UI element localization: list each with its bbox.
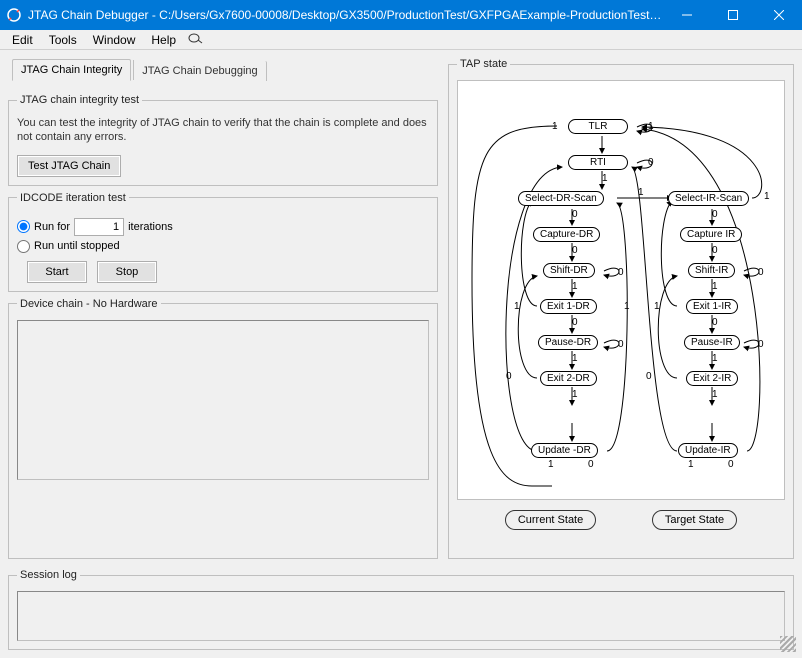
node-capture-dr: Capture-DR — [533, 227, 600, 242]
node-exit2-ir: Exit 2-IR — [686, 371, 738, 386]
node-update-dr: Update -DR — [531, 443, 598, 458]
edge-label: 1 — [654, 301, 660, 312]
node-update-ir: Update-IR — [678, 443, 738, 458]
iterations-input[interactable] — [74, 218, 124, 236]
edge-label: 1 — [572, 389, 578, 400]
menu-edit[interactable]: Edit — [4, 31, 41, 49]
menubar: Edit Tools Window Help — [0, 30, 802, 50]
tab-strip: JTAG Chain Integrity JTAG Chain Debuggin… — [8, 58, 438, 80]
content-area: JTAG Chain Integrity JTAG Chain Debuggin… — [0, 50, 802, 658]
node-select-dr: Select-DR-Scan — [518, 191, 604, 206]
node-exit2-dr: Exit 2-DR — [540, 371, 597, 386]
run-for-radio[interactable] — [17, 220, 30, 233]
edge-label: 0 — [712, 317, 718, 328]
integrity-desc: You can test the integrity of JTAG chain… — [17, 116, 429, 145]
edge-label: 0 — [758, 339, 764, 350]
node-capture-ir: Capture IR — [680, 227, 742, 242]
edge-label: 0 — [572, 317, 578, 328]
node-shift-dr: Shift-DR — [543, 263, 595, 278]
integrity-legend: JTAG chain integrity test — [17, 94, 142, 106]
edge-label: 0 — [618, 339, 624, 350]
run-for-label: Run for — [34, 221, 70, 233]
session-log-group: Session log — [8, 569, 794, 650]
iterations-label: iterations — [128, 221, 173, 233]
node-pause-ir: Pause-IR — [684, 335, 740, 350]
idcode-legend: IDCODE iteration test — [17, 192, 129, 204]
test-jtag-chain-button[interactable]: Test JTAG Chain — [17, 155, 121, 177]
tap-arrows — [458, 81, 784, 499]
tap-state-legend: TAP state — [457, 58, 510, 70]
run-until-radio[interactable] — [17, 240, 30, 253]
edge-label: 1 — [624, 301, 630, 312]
node-exit1-dr: Exit 1-DR — [540, 299, 597, 314]
target-state-button[interactable]: Target State — [652, 510, 737, 530]
edge-label: 1 — [712, 281, 718, 292]
menu-window[interactable]: Window — [85, 31, 144, 49]
edge-label: 0 — [572, 245, 578, 256]
edge-label: 1 — [638, 187, 644, 198]
edge-label: 1 — [648, 121, 654, 132]
edge-label: 1 — [514, 301, 520, 312]
start-button[interactable]: Start — [27, 261, 87, 283]
edge-label: 0 — [712, 245, 718, 256]
node-pause-dr: Pause-DR — [538, 335, 598, 350]
window-title: JTAG Chain Debugger - C:/Users/Gx7600-00… — [28, 8, 664, 22]
edge-label: 1 — [602, 173, 608, 184]
stop-button[interactable]: Stop — [97, 261, 157, 283]
edge-label: 0 — [758, 267, 764, 278]
tap-diagram: TLR RTI Select-DR-Scan Capture-DR Shift-… — [457, 80, 785, 500]
edge-label: 1 — [764, 191, 770, 202]
node-shift-ir: Shift-IR — [688, 263, 735, 278]
node-exit1-ir: Exit 1-IR — [686, 299, 738, 314]
app-icon — [6, 7, 22, 23]
edge-label: 0 — [646, 371, 652, 382]
node-select-ir: Select-IR-Scan — [668, 191, 749, 206]
edge-label: 1 — [712, 353, 718, 364]
device-chain-area — [17, 320, 429, 480]
session-log-area — [17, 591, 785, 641]
edge-label: 1 — [572, 281, 578, 292]
edge-label: 0 — [712, 209, 718, 220]
tab-integrity[interactable]: JTAG Chain Integrity — [12, 59, 131, 81]
current-state-button[interactable]: Current State — [505, 510, 596, 530]
edge-label: 1 — [552, 121, 558, 132]
tap-state-group: TAP state — [448, 58, 794, 559]
edge-label: 0 — [588, 459, 594, 470]
close-button[interactable] — [756, 0, 802, 30]
edge-label: 1 — [688, 459, 694, 470]
edge-label: 0 — [648, 157, 654, 168]
run-until-label: Run until stopped — [34, 240, 120, 252]
node-tlr: TLR — [568, 119, 628, 134]
resize-grip[interactable] — [780, 636, 796, 652]
edge-label: 1 — [572, 353, 578, 364]
menu-help[interactable]: Help — [143, 31, 184, 49]
minimize-button[interactable] — [664, 0, 710, 30]
edge-label: 0 — [728, 459, 734, 470]
menu-tools[interactable]: Tools — [41, 31, 85, 49]
tab-debugging[interactable]: JTAG Chain Debugging — [134, 61, 266, 81]
edge-label: 0 — [506, 371, 512, 382]
titlebar[interactable]: JTAG Chain Debugger - C:/Users/Gx7600-00… — [0, 0, 802, 30]
session-log-legend: Session log — [17, 569, 80, 581]
edge-label: 1 — [548, 459, 554, 470]
edge-label: 0 — [618, 267, 624, 278]
maximize-button[interactable] — [710, 0, 756, 30]
idcode-group: IDCODE iteration test Run for iterations… — [8, 192, 438, 292]
node-rti: RTI — [568, 155, 628, 170]
search-icon[interactable] — [188, 31, 204, 48]
edge-label: 0 — [572, 209, 578, 220]
edge-label: 1 — [712, 389, 718, 400]
device-chain-group: Device chain - No Hardware — [8, 298, 438, 559]
device-chain-legend: Device chain - No Hardware — [17, 298, 161, 310]
integrity-group: JTAG chain integrity test You can test t… — [8, 94, 438, 186]
